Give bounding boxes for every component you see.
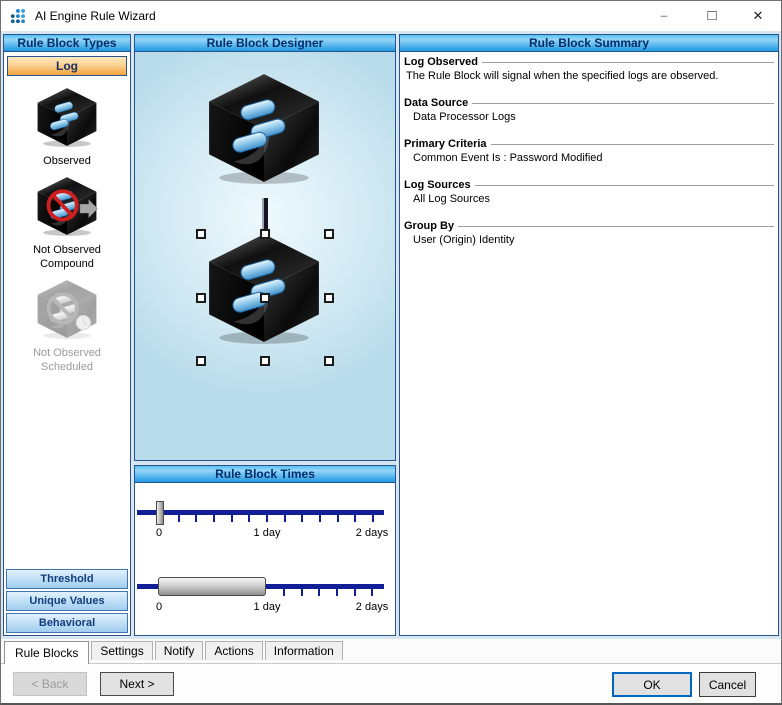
section-divider	[472, 103, 774, 104]
rule-block-designer-panel: Rule Block Designer	[134, 34, 396, 461]
summary-section-primary-criteria: Primary Criteria Common Event Is : Passw…	[404, 138, 774, 164]
main-content: Rule Block Types Log Observed Not Observ…	[1, 31, 781, 639]
log-category-button[interactable]: Log	[7, 56, 127, 76]
type-item-label: Not Observed	[33, 244, 101, 256]
rule-block-types-panel: Rule Block Types Log Observed Not Observ…	[3, 34, 131, 636]
rule-block-summary-panel: Rule Block Summary Log Observed The Rule…	[399, 34, 779, 636]
type-item-not-observed-compound[interactable]: Not Observed Compound	[33, 176, 101, 270]
time-range-bar[interactable]	[158, 577, 266, 596]
threshold-category-button[interactable]: Threshold	[6, 569, 128, 589]
slider-label-0: 0	[149, 527, 169, 539]
type-item-label: Not Observed	[33, 347, 101, 359]
summary-section-title: Primary Criteria	[404, 138, 487, 150]
summary-section-log-observed: Log Observed The Rule Block will signal …	[404, 56, 774, 82]
selection-handle-w[interactable]	[196, 293, 206, 303]
bottom-button-bar: < Back Next > OK Cancel	[1, 664, 781, 705]
range-label-0: 0	[149, 601, 169, 613]
summary-section-title: Data Source	[404, 97, 468, 109]
rule-block-designer-header: Rule Block Designer	[135, 35, 395, 52]
ok-button[interactable]: OK	[612, 672, 692, 697]
type-item-label: Compound	[33, 258, 101, 270]
summary-section-title: Log Sources	[404, 179, 471, 191]
summary-section-text: Data Processor Logs	[404, 111, 774, 123]
ai-engine-rule-wizard-window: AI Engine Rule Wizard – □ ✕ Rule Block T…	[0, 0, 782, 705]
section-divider	[458, 226, 774, 227]
selection-handle-nw[interactable]	[196, 229, 206, 239]
tab-rule-blocks[interactable]: Rule Blocks	[4, 641, 89, 664]
type-item-not-observed-scheduled: Not Observed Scheduled	[33, 279, 101, 373]
time-slider-track[interactable]	[137, 510, 384, 515]
section-divider	[475, 185, 774, 186]
type-item-label: Scheduled	[33, 361, 101, 373]
back-button[interactable]: < Back	[13, 672, 87, 696]
selection-handle-s[interactable]	[260, 356, 270, 366]
rule-block-type-list: Observed Not Observed Compound Not	[4, 78, 130, 567]
app-logo-dots-icon	[10, 8, 29, 30]
category-buttons: Threshold Unique Values Behavioral	[4, 567, 130, 635]
next-button[interactable]: Next >	[100, 672, 174, 696]
rule-block-cube-selected[interactable]	[203, 232, 325, 351]
selection-handle-n[interactable]	[260, 229, 270, 239]
summary-section-title: Log Observed	[404, 56, 478, 68]
type-item-observed[interactable]: Observed	[34, 87, 100, 167]
log-not-observed-scheduled-cube-icon	[34, 327, 100, 344]
summary-body: Log Observed The Rule Block will signal …	[400, 52, 778, 261]
designer-canvas[interactable]	[135, 52, 395, 460]
summary-section-log-sources: Log Sources All Log Sources	[404, 179, 774, 205]
range-label-2days: 2 days	[342, 601, 402, 613]
log-observed-cube-icon	[34, 135, 100, 152]
summary-section-text: Common Event Is : Password Modified	[404, 152, 774, 164]
summary-section-text: All Log Sources	[404, 193, 774, 205]
designer-column: Rule Block Designer	[134, 34, 396, 636]
summary-section-title: Group By	[404, 220, 454, 232]
times-body: 0 1 day 2 days 0 1 day 2 days	[135, 483, 395, 635]
wizard-tab-strip: Rule Blocks Settings Notify Actions Info…	[1, 639, 781, 664]
rule-block-times-header: Rule Block Times	[135, 466, 395, 483]
type-item-label: Observed	[34, 155, 100, 167]
slider-label-1day: 1 day	[242, 527, 292, 539]
rule-block-types-header: Rule Block Types	[4, 35, 130, 52]
rule-block-cube[interactable]	[203, 72, 325, 191]
tab-actions[interactable]: Actions	[205, 641, 262, 660]
tab-information[interactable]: Information	[265, 641, 343, 660]
time-slider-thumb[interactable]	[156, 501, 164, 525]
section-divider	[482, 62, 774, 63]
selection-handle-center[interactable]	[260, 293, 270, 303]
rule-block-times-panel: Rule Block Times 0 1 day 2 days 0 1 day …	[134, 465, 396, 636]
tab-settings[interactable]: Settings	[91, 641, 152, 660]
summary-section-text: The Rule Block will signal when the spec…	[404, 70, 774, 82]
selection-handle-se[interactable]	[324, 356, 334, 366]
window-title: AI Engine Rule Wizard	[35, 9, 156, 23]
slider-label-2days: 2 days	[342, 527, 402, 539]
rule-block-summary-header: Rule Block Summary	[400, 35, 778, 52]
summary-section-text: User (Origin) Identity	[404, 234, 774, 246]
range-label-1day: 1 day	[242, 601, 292, 613]
cancel-button[interactable]: Cancel	[699, 672, 756, 697]
section-divider	[491, 144, 774, 145]
tab-notify[interactable]: Notify	[155, 641, 204, 660]
title-bar: AI Engine Rule Wizard – □ ✕	[1, 1, 781, 31]
maximize-icon[interactable]: □	[695, 1, 729, 31]
behavioral-category-button[interactable]: Behavioral	[6, 613, 128, 633]
selection-handle-sw[interactable]	[196, 356, 206, 366]
summary-section-group-by: Group By User (Origin) Identity	[404, 220, 774, 246]
close-icon[interactable]: ✕	[741, 1, 775, 31]
summary-section-data-source: Data Source Data Processor Logs	[404, 97, 774, 123]
log-not-observed-compound-cube-icon	[34, 224, 100, 241]
unique-values-category-button[interactable]: Unique Values	[6, 591, 128, 611]
selection-handle-ne[interactable]	[324, 229, 334, 239]
selection-handle-e[interactable]	[324, 293, 334, 303]
minimize-icon[interactable]: –	[647, 1, 681, 31]
